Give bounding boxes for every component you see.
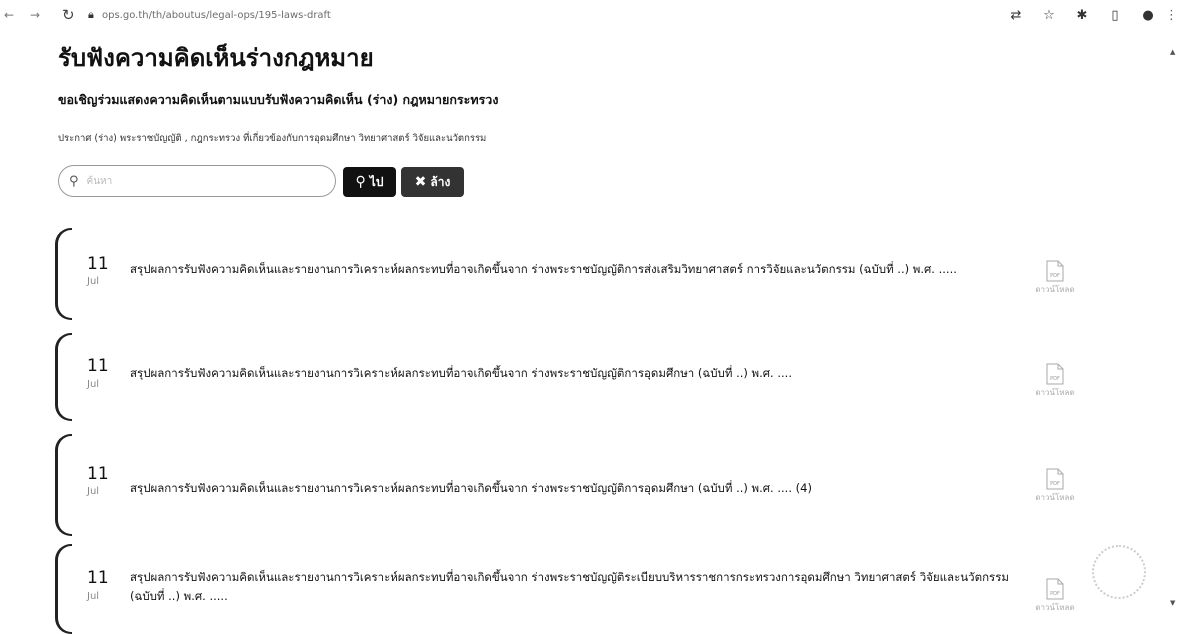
item-title[interactable]: สรุปผลการรับฟังความคิดเห็นและรายงานการวิ… <box>130 364 1010 383</box>
pdf-label: ดาวน์โหลด <box>1035 388 1075 397</box>
clear-button[interactable]: ✖ ล้าง <box>401 167 464 197</box>
list-item[interactable]: 11 Jul สรุปผลการรับฟังความคิดเห็นและรายง… <box>55 228 1125 320</box>
list-item[interactable]: 11 Jul สรุปผลการรับฟังความคิดเห็นและรายง… <box>55 333 1125 421</box>
translate-icon[interactable]: ⇄ <box>1008 8 1024 23</box>
accessibility-badge-icon[interactable] <box>1092 545 1146 599</box>
pdf-file-icon: PDF <box>1046 468 1064 490</box>
item-day: 11 <box>87 464 109 484</box>
search-icon: ⚲ <box>69 173 79 189</box>
scroll-down-icon[interactable]: ▼ <box>1170 599 1175 607</box>
pdf-download[interactable]: PDF ดาวน์โหลด <box>1030 578 1080 614</box>
star-icon[interactable]: ☆ <box>1041 8 1057 23</box>
item-bracket <box>55 434 72 536</box>
pdf-file-icon: PDF <box>1046 363 1064 385</box>
item-bracket <box>55 333 72 421</box>
item-bracket <box>55 228 72 320</box>
pdf-label: ดาวน์โหลด <box>1035 493 1075 502</box>
back-icon[interactable]: ← <box>4 8 14 22</box>
pdf-file-icon: PDF <box>1046 260 1064 282</box>
address-bar[interactable]: ops.go.th/th/aboutus/legal-ops/195-laws-… <box>102 10 331 21</box>
go-button-label: ไป <box>369 174 384 189</box>
more-menu-icon[interactable]: ⋮ <box>1165 8 1178 23</box>
sidebar-icon[interactable]: ▯ <box>1107 8 1123 23</box>
extension-icon[interactable]: ✱ <box>1074 8 1090 23</box>
clear-button-label: ล้าง <box>430 174 451 189</box>
item-title[interactable]: สรุปผลการรับฟังความคิดเห็นและรายงานการวิ… <box>130 568 1010 606</box>
page-description: ประกาศ (ร่าง) พระราชบัญญัติ , กฎกระทรวง … <box>58 133 487 144</box>
item-month: Jul <box>87 591 100 602</box>
close-icon: ✖ <box>414 174 427 190</box>
pdf-file-icon: PDF <box>1046 578 1064 600</box>
list-item[interactable]: 11 Jul สรุปผลการรับฟังความคิดเห็นและรายง… <box>55 434 1125 536</box>
item-day: 11 <box>87 254 109 274</box>
go-button[interactable]: ⚲ ไป <box>343 167 396 197</box>
search-input[interactable] <box>84 174 319 188</box>
page-scrollbar[interactable]: ▲ ▼ <box>1167 34 1181 613</box>
item-month: Jul <box>87 379 100 390</box>
item-bracket <box>55 544 72 634</box>
list-item[interactable]: 11 Jul สรุปผลการรับฟังความคิดเห็นและรายง… <box>55 544 1125 634</box>
item-day: 11 <box>87 568 109 588</box>
reload-icon[interactable]: ↻ <box>62 6 75 24</box>
item-month: Jul <box>87 486 100 497</box>
profile-icon[interactable]: ● <box>1140 8 1156 23</box>
search-box[interactable]: ⚲ <box>58 165 336 197</box>
forward-icon[interactable]: → <box>30 8 40 22</box>
browser-toolbar: ← → ↻ 🔒︎ ops.go.th/th/aboutus/legal-ops/… <box>0 0 1181 34</box>
pdf-download[interactable]: PDF ดาวน์โหลด <box>1030 260 1080 296</box>
pdf-download[interactable]: PDF ดาวน์โหลด <box>1030 363 1080 399</box>
pdf-label: ดาวน์โหลด <box>1035 603 1075 612</box>
search-icon: ⚲ <box>355 174 366 190</box>
pdf-type: PDF <box>1050 591 1060 597</box>
item-day: 11 <box>87 356 109 376</box>
lock-icon[interactable]: 🔒︎ <box>88 8 94 22</box>
pdf-label: ดาวน์โหลด <box>1035 285 1075 294</box>
pdf-download[interactable]: PDF ดาวน์โหลด <box>1030 468 1080 504</box>
pdf-type: PDF <box>1050 376 1060 382</box>
pdf-type: PDF <box>1050 273 1060 279</box>
item-title[interactable]: สรุปผลการรับฟังความคิดเห็นและรายงานการวิ… <box>130 260 1010 279</box>
page-subtitle: ขอเชิญร่วมแสดงความคิดเห็นตามแบบรับฟังควา… <box>58 92 499 107</box>
page-title: รับฟังความคิดเห็นร่างกฎหมาย <box>58 44 374 72</box>
item-month: Jul <box>87 276 100 287</box>
pdf-type: PDF <box>1050 481 1060 487</box>
item-title[interactable]: สรุปผลการรับฟังความคิดเห็นและรายงานการวิ… <box>130 479 1010 498</box>
scroll-up-icon[interactable]: ▲ <box>1170 48 1175 56</box>
